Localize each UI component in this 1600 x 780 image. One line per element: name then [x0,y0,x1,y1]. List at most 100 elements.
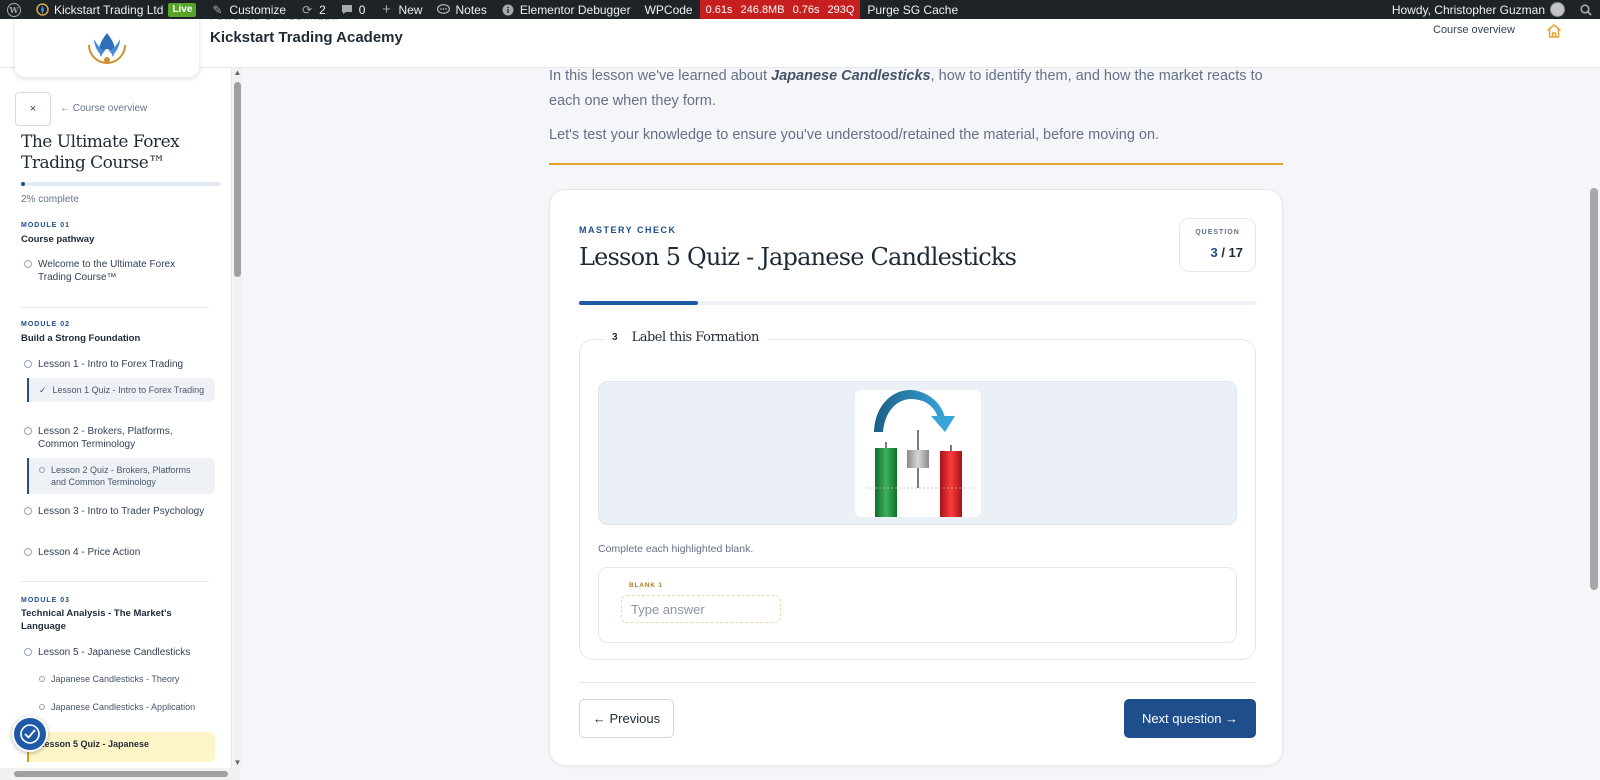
blank-answer-box: BLANK 1 [598,567,1237,643]
elementor-debugger-label: Elementor Debugger [519,2,631,17]
avatar [1550,2,1565,17]
question-image-panel [598,381,1237,525]
previous-question-button[interactable]: ← Previous [579,699,674,738]
phoenix-logo-icon [88,33,126,64]
updates-link[interactable]: ⟳ 2 [293,0,333,19]
site-logo[interactable] [15,11,199,77]
module-02-label: MODULE 02 [21,321,71,328]
candlestick-formation-image [855,390,981,517]
site-name-menu[interactable]: Kickstart Trading Ltd Live [28,0,203,19]
academy-name[interactable]: Kickstart Trading Academy [210,29,403,46]
blank-1-label: BLANK 1 [629,582,663,589]
page-scroll-thumb[interactable] [1590,188,1598,590]
comments-count: 0 [358,2,366,17]
back-to-course-overview-link[interactable]: ← Course overview [60,103,147,114]
module-divider [21,307,209,308]
card-divider [579,682,1256,683]
site-header: POWERED BY TECHNEEM Kickstart Trading Ac… [0,11,1600,77]
accessibility-widget-button[interactable] [12,716,48,752]
lesson-label: Lesson 5 Quiz - Japanese [39,739,150,749]
question-legend: 3 Label this Formation [604,330,767,345]
lesson-label: Lesson 1 - Intro to Forex Trading [38,359,184,370]
question-counter-value: 3 / 17 [1210,245,1243,260]
lesson-welcome[interactable]: Welcome to the Ultimate Forex Trading Co… [24,258,210,284]
lesson-5-theory[interactable]: Japanese Candlesticks - Theory [27,667,215,691]
status-circle-icon [24,360,32,368]
course-progress-fill [21,182,25,186]
lesson-1[interactable]: Lesson 1 - Intro to Forex Trading [24,358,210,371]
lesson-2[interactable]: Lesson 2 - Brokers, Platforms, Common Te… [24,425,210,451]
purge-cache-button[interactable]: Purge SG Cache [860,0,965,19]
sidebar-horizontal-scrollbar[interactable] [0,768,240,780]
lesson-label: Lesson 1 Quiz - Intro to Forex Trading [52,385,205,395]
lesson-3[interactable]: Lesson 3 - Intro to Trader Psychology [24,505,210,518]
live-badge: Live [168,2,197,17]
total-questions: / 17 [1221,245,1243,260]
wpcode-label: WPCode [644,2,693,17]
comment-icon [340,3,354,17]
question-counter-label: QUESTION [1195,229,1240,236]
lesson-5-application[interactable]: Japanese Candlesticks - Application [27,695,215,719]
wp-logo-menu[interactable]: W [0,0,28,19]
admin-search-button[interactable] [1572,0,1600,19]
elementor-debugger-menu[interactable]: Elementor Debugger [494,0,638,19]
module-03-title[interactable]: Technical Analysis - The Market's Langua… [21,607,211,633]
page-scrollbar[interactable] [1588,68,1600,780]
blank-instructions: Complete each highlighted blank. [598,543,754,555]
blank-1-input[interactable] [621,595,781,623]
candlestick-pattern-illustration [867,390,973,517]
check-icon: ✓ [39,385,47,395]
course-overview-link[interactable]: Course overview [1433,24,1515,36]
account-menu[interactable]: Howdy, Christopher Guzman [1385,0,1572,19]
plus-icon: + [382,1,391,18]
quiz-card: MASTERY CHECK Lesson 5 Quiz - Japanese C… [549,189,1283,766]
accessibility-icon [20,724,40,744]
status-circle-icon [24,648,32,656]
purge-cache-label: Purge SG Cache [867,2,959,17]
next-question-button[interactable]: Next question → [1124,699,1256,738]
lesson-label: Japanese Candlesticks - Theory [51,674,180,684]
perf-query-time: 0.76s [792,3,820,16]
intro-pre: In this lesson we've learned about [549,68,772,84]
lesson-5[interactable]: Lesson 5 - Japanese Candlesticks [24,646,210,659]
perf-memory: 246.8MB [740,3,785,16]
status-circle-icon [39,676,45,682]
module-02-title[interactable]: Build a Strong Foundation [21,332,211,345]
home-icon[interactable] [1545,22,1563,40]
module-01-label: MODULE 01 [21,222,71,229]
perf-time: 0.61s [705,3,733,16]
lesson-label: Welcome to the Ultimate Forex Trading Co… [38,259,176,283]
scroll-down-arrow-icon[interactable]: ▼ [233,758,242,767]
lesson-1-quiz[interactable]: ✓ Lesson 1 Quiz - Intro to Forex Trading [27,378,215,402]
lesson-label: Lesson 5 - Japanese Candlesticks [38,647,191,658]
query-monitor-stats[interactable]: 0.61s 246.8MB 0.76s 293Q [699,0,861,19]
customize-link[interactable]: ✎ Customize [203,0,293,19]
question-number: 3 [612,332,618,343]
site-name: Kickstart Trading Ltd [54,2,164,17]
current-question: 3 [1210,245,1218,260]
info-icon [501,3,515,17]
scroll-up-arrow-icon[interactable]: ▲ [233,68,242,77]
new-content-menu[interactable]: + New [372,0,429,19]
wpcode-menu[interactable]: WPCode [638,0,700,19]
status-circle-icon [39,467,45,473]
comments-link[interactable]: 0 [333,0,373,19]
module-01-title[interactable]: Course pathway [21,233,211,246]
lesson-5-quiz[interactable]: Lesson 5 Quiz - Japanese [27,732,215,762]
section-divider [549,163,1283,165]
notes-menu[interactable]: Notes [429,0,493,19]
close-sidebar-button[interactable]: × [15,92,51,126]
lesson-4[interactable]: Lesson 4 - Price Action [24,546,210,559]
howdy-text: Howdy, Christopher Guzman [1391,2,1545,17]
customize-label: Customize [229,2,287,17]
horizontal-scroll-thumb[interactable] [14,771,228,777]
sidebar-scrollbar[interactable]: ▲ ▼ [233,68,242,768]
quiz-progress-bar [579,301,1256,305]
site-logo-icon [35,3,49,17]
question-counter: QUESTION 3 / 17 [1179,218,1256,272]
course-complete-text: 2% complete [21,194,79,205]
sidebar-scroll-thumb[interactable] [234,82,241,277]
lesson-summary: In this lesson we've learned about Japan… [549,64,1289,114]
question-text: Label this Formation [631,330,760,345]
lesson-2-quiz[interactable]: Lesson 2 Quiz - Brokers, Platforms and C… [27,458,215,494]
